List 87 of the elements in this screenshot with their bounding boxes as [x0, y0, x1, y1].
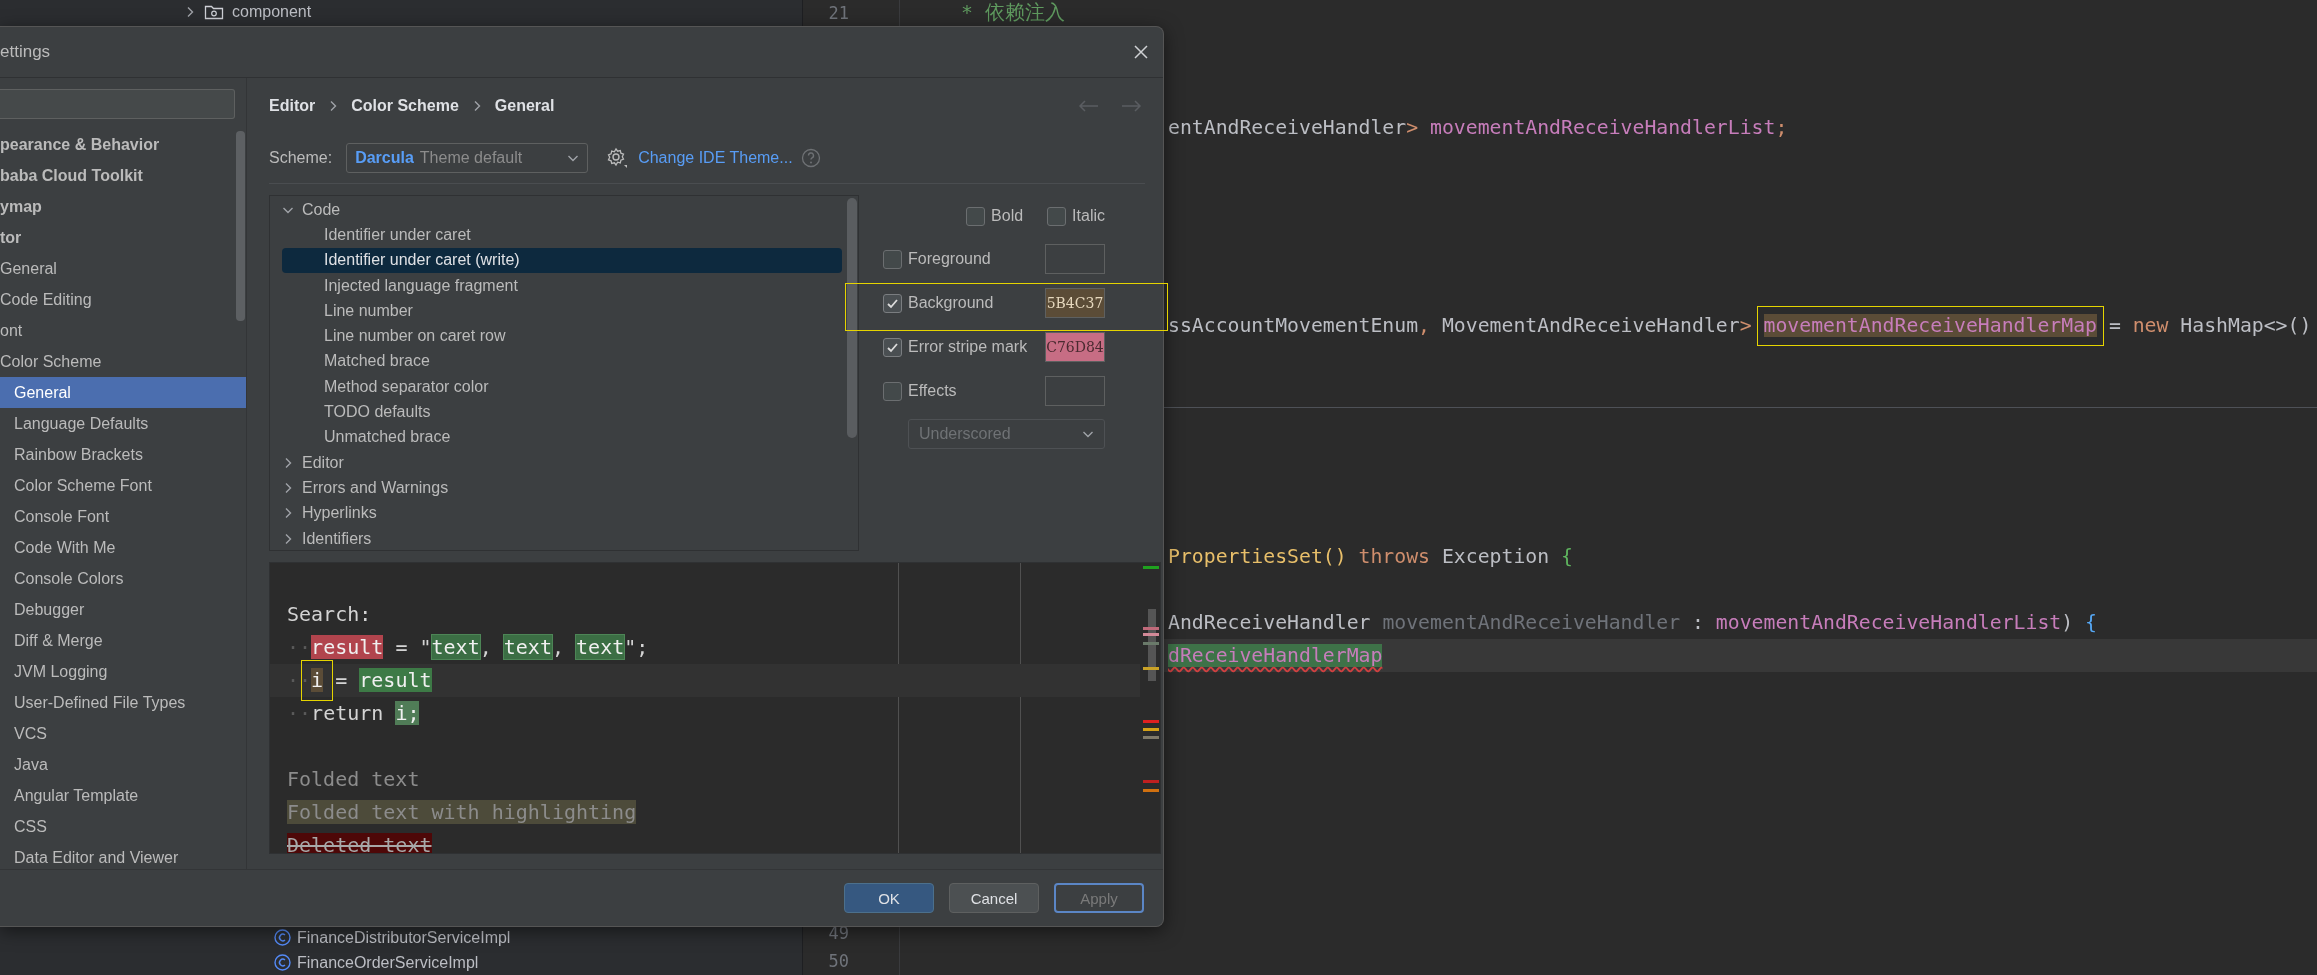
line-number: 21 — [827, 2, 849, 25]
code-line: entAndReceiveHandler> movementAndReceiveHandlerList; — [1167, 115, 1789, 141]
checkbox-label: Italic — [1072, 207, 1105, 225]
sidebar-item[interactable]: General — [0, 253, 246, 284]
sidebar-item[interactable]: CSS — [0, 811, 246, 842]
sidebar-item[interactable]: VCS — [0, 718, 246, 749]
sidebar-item[interactable]: User-Defined File Types — [0, 687, 246, 718]
dialog-button[interactable]: Cancel — [949, 883, 1039, 913]
sidebar-item[interactable]: Angular Template — [0, 780, 246, 811]
tree-item[interactable]: Line number on caret row — [282, 323, 842, 349]
tree-item[interactable]: Hyperlinks — [282, 500, 842, 526]
checkbox-label: Error stripe mark — [908, 338, 1028, 356]
tree-item[interactable]: Method separator color — [282, 374, 842, 400]
code-line: ··result = "text, text, text"; — [286, 634, 650, 661]
sidebar-item[interactable]: Code Editing — [0, 284, 246, 315]
tree-item[interactable]: Unmatched brace — [282, 424, 842, 450]
breadcrumb-item[interactable]: Color Scheme — [351, 96, 459, 115]
settings-icon[interactable] — [606, 147, 629, 169]
back-arrow-icon[interactable] — [1077, 98, 1099, 113]
tree-item[interactable]: Identifier under caret — [282, 222, 842, 248]
tree-item[interactable]: Identifiers — [282, 525, 842, 550]
sidebar-item[interactable]: pearance & Behavior — [0, 129, 246, 160]
breadcrumb-item[interactable]: General — [494, 96, 555, 115]
sidebar-item[interactable]: Debugger — [0, 594, 246, 625]
class-label[interactable]: FinanceOrderServiceImpl — [297, 953, 479, 972]
scheme-dropdown[interactable]: Darcula Theme default — [346, 143, 589, 173]
sidebar-item[interactable]: Console Font — [0, 501, 246, 532]
sidebar-item[interactable]: Data Editor and Viewer — [0, 842, 246, 869]
sidebar-item[interactable]: General — [0, 377, 246, 408]
change-theme-link[interactable]: Change IDE Theme... — [638, 149, 793, 167]
code-line: Search: — [286, 601, 373, 628]
tree-item[interactable]: Code — [282, 197, 842, 223]
sidebar-item[interactable]: Color Scheme Font — [0, 470, 246, 501]
sidebar-item[interactable]: Console Colors — [0, 563, 246, 594]
class-icon — [274, 954, 291, 971]
tree-item[interactable]: Errors and Warnings — [282, 475, 842, 501]
checkbox[interactable] — [883, 337, 902, 357]
sidebar-item[interactable]: Language Defaults — [0, 408, 246, 439]
line-number: 50 — [827, 950, 849, 973]
dialog-button[interactable]: OK — [844, 883, 934, 913]
sidebar-item[interactable]: ont — [0, 315, 246, 346]
checkbox-label: Foreground — [908, 250, 991, 268]
tree-item[interactable]: Injected language fragment — [282, 272, 842, 299]
sidebar-item[interactable]: Rainbow Brackets — [0, 439, 246, 470]
code-line: ··return i; — [286, 700, 421, 727]
forward-arrow-icon[interactable] — [1121, 98, 1143, 113]
sidebar-item[interactable]: Code With Me — [0, 532, 246, 563]
color-swatch[interactable] — [1045, 244, 1105, 274]
code-comment: * 依赖注入 — [961, 1, 1065, 24]
class-icon — [274, 929, 291, 946]
code-line: AndReceiveHandler movementAndReceiveHandler : movementAndReceiveHandlerList) { — [1167, 610, 2098, 636]
checkbox-label: Background — [908, 294, 994, 312]
checkbox-label: Bold — [991, 207, 1024, 225]
color-swatch[interactable] — [1045, 376, 1105, 406]
checkbox[interactable] — [883, 293, 902, 313]
sidebar-item[interactable]: ymap — [0, 191, 246, 222]
tree-item[interactable]: TODO defaults — [282, 399, 842, 425]
sidebar-item[interactable]: JVM Logging — [0, 656, 246, 687]
dialog-title: ettings — [0, 42, 51, 62]
class-label[interactable]: FinanceDistributorServiceImpl — [297, 928, 511, 947]
checkbox[interactable] — [1047, 206, 1067, 226]
tree-item[interactable]: Editor — [282, 449, 842, 476]
tree-item[interactable]: Line number — [282, 298, 842, 324]
folder-label[interactable]: component — [232, 3, 312, 21]
scrollbar[interactable] — [847, 198, 857, 438]
code-line: Folded text — [286, 766, 421, 793]
help-icon[interactable] — [800, 148, 821, 168]
tree-item[interactable]: Matched brace — [282, 348, 842, 375]
code-line: PropertiesSet() throws Exception { — [1167, 544, 1574, 570]
close-icon[interactable] — [1133, 44, 1149, 60]
sidebar-item[interactable]: tor — [0, 222, 246, 253]
checkbox[interactable] — [883, 249, 902, 269]
breadcrumb-item[interactable]: Editor — [269, 96, 316, 115]
checkbox-label: Effects — [908, 382, 957, 400]
checkbox[interactable] — [883, 381, 902, 401]
scheme-label: Scheme: — [269, 149, 333, 167]
color-swatch[interactable]: C76D84 — [1045, 332, 1105, 362]
folder-icon — [204, 4, 224, 20]
search-field[interactable] — [0, 89, 235, 119]
sidebar-item[interactable]: baba Cloud Toolkit — [0, 160, 246, 191]
checkbox[interactable] — [966, 206, 986, 226]
sidebar-item[interactable]: Color Scheme — [0, 346, 246, 377]
sidebar-item[interactable]: Java — [0, 749, 246, 780]
sidebar-item[interactable]: Diff & Merge — [0, 625, 246, 656]
color-swatch[interactable]: 5B4C37 — [1045, 288, 1105, 318]
tree-item[interactable]: Identifier under caret (write) — [282, 247, 842, 273]
scrollbar[interactable] — [236, 131, 245, 321]
